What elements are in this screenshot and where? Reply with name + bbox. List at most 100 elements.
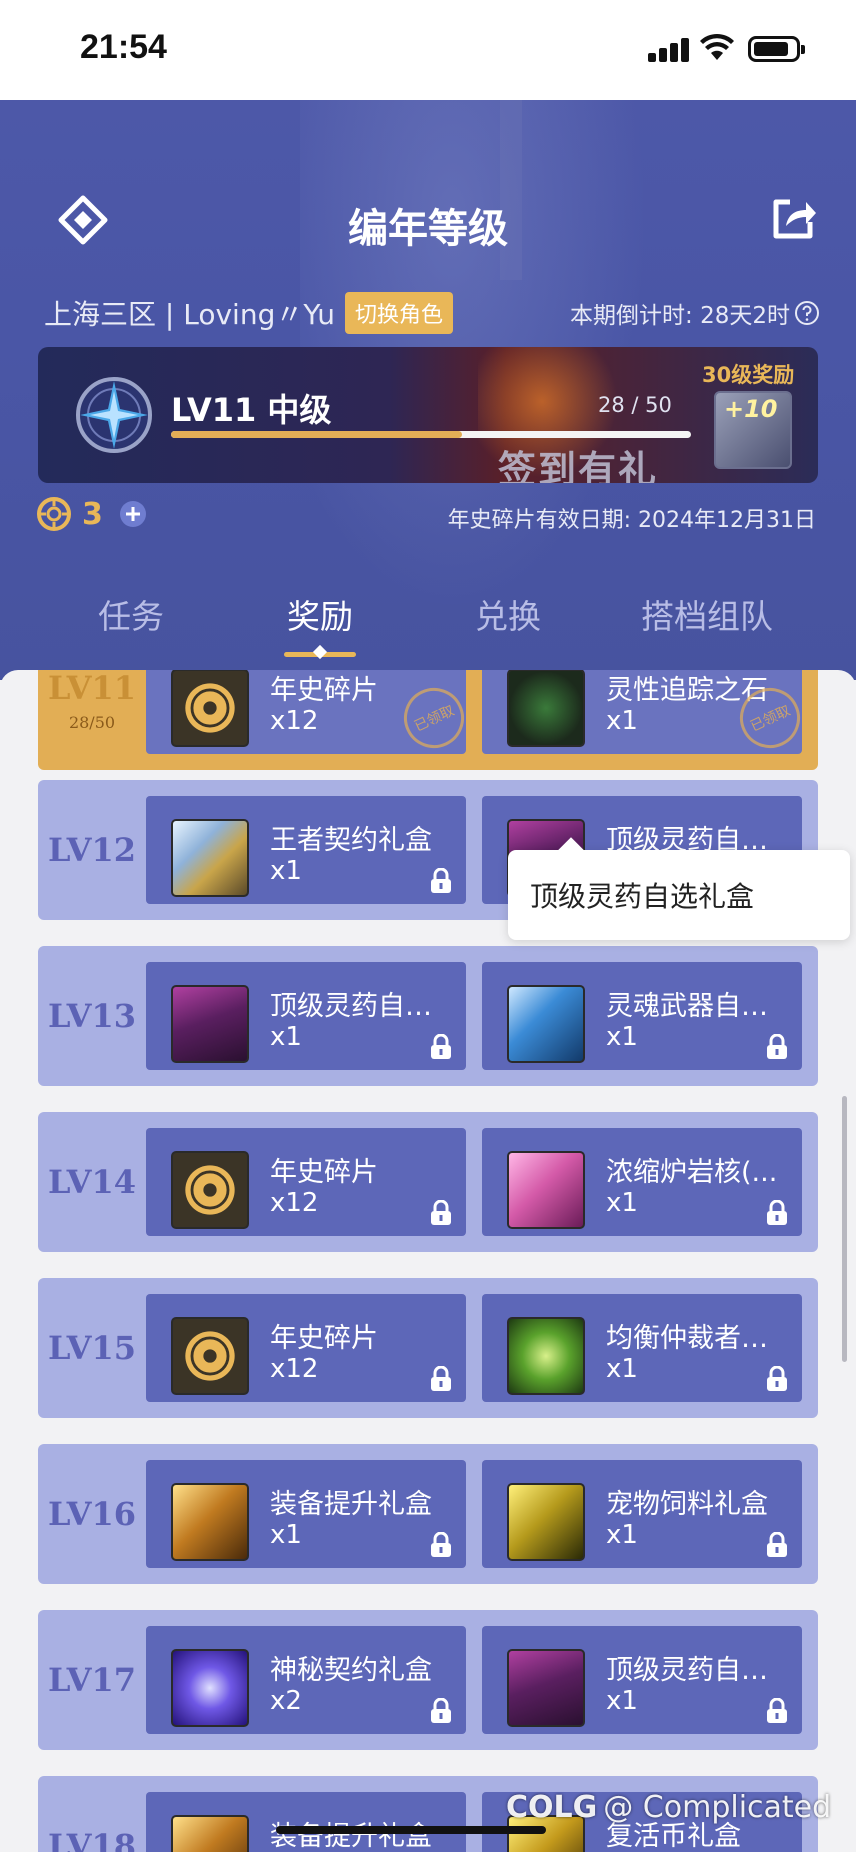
lock-icon: [767, 1532, 787, 1557]
shard-item-icon: [171, 670, 249, 747]
shard-expiry: 年史碎片有效日期: 2024年12月31日: [447, 508, 816, 533]
progress-bar: [171, 431, 691, 438]
watermark-brand: COLG: [506, 1790, 598, 1825]
lock-icon: [767, 1698, 787, 1723]
item-qty: x1: [270, 1520, 302, 1550]
row-level: LV14: [47, 1163, 137, 1201]
lock-icon: [431, 1366, 451, 1391]
reward-item[interactable]: 浓缩炉岩核(... x1: [482, 1128, 802, 1236]
share-icon[interactable]: [768, 192, 820, 244]
row-level: LV13: [47, 997, 137, 1035]
progress-text: 28 / 50: [598, 393, 672, 417]
shard-count: 3: [82, 496, 103, 532]
reward-item[interactable]: 王者契约礼盒 x1: [146, 796, 466, 904]
switch-role-button[interactable]: 切换角色: [344, 292, 453, 334]
arbiter-item-icon: [507, 1317, 585, 1395]
reward-item[interactable]: 灵魂武器自选礼盒 x1: [482, 962, 802, 1070]
tab-bar: 任务 奖励 兑换 搭档组队: [0, 590, 856, 650]
equipment-box-item-icon: [171, 1483, 249, 1561]
item-qty: x1: [606, 1686, 638, 1716]
reward-row-lv16: LV16 装备提升礼盒 x1 宠物饲料礼盒 x1: [38, 1444, 818, 1584]
shard-balance: 3: [36, 496, 147, 532]
tab-exchange[interactable]: 兑换: [475, 590, 541, 638]
item-qty: x1: [606, 1022, 638, 1052]
reward-item[interactable]: 装备提升礼盒 x1: [146, 1460, 466, 1568]
reward-item[interactable]: 顶级灵药自选礼盒 x1: [482, 1626, 802, 1734]
tab-partner-team[interactable]: 搭档组队: [641, 590, 773, 638]
status-bar: 21:54: [0, 0, 856, 100]
lock-icon: [431, 1200, 451, 1225]
help-icon[interactable]: [794, 300, 820, 326]
item-name: 神秘契约礼盒: [270, 1655, 432, 1686]
mystic-contract-item-icon: [171, 1649, 249, 1727]
row-level-text: LV11: [47, 670, 137, 707]
reward-row-lv14: LV14 年史碎片 x12 浓缩炉岩核(... x1: [38, 1112, 818, 1252]
compass-icon: [76, 377, 152, 453]
row-level: LV15: [47, 1329, 137, 1367]
reward-item[interactable]: 神秘契约礼盒 x2: [146, 1626, 466, 1734]
scrollbar[interactable]: [842, 1096, 847, 1362]
reward-item[interactable]: 均衡仲裁者礼盒 x1: [482, 1294, 802, 1402]
lock-icon: [431, 1034, 451, 1059]
row-level: LV18: [47, 1827, 137, 1852]
item-name: 灵魂武器自选礼盒: [606, 991, 794, 1022]
reward-item[interactable]: 年史碎片 x12 已领取: [146, 670, 474, 758]
contract-item-icon: [171, 819, 249, 897]
item-name: 顶级灵药自选礼盒: [270, 991, 458, 1022]
lock-icon: [431, 1532, 451, 1557]
item-qty: x1: [606, 1354, 638, 1384]
level-card: LV11 中级 28 / 50 签到有礼 30级奖励 +10: [38, 347, 818, 483]
row-level: LV16: [47, 1495, 137, 1533]
elixir-item-icon: [507, 1649, 585, 1727]
role-name: 上海三区 | Loving〃Yu: [44, 298, 335, 331]
reward-item[interactable]: 宠物饲料礼盒 x1: [482, 1460, 802, 1568]
reward-list: LV11 28/50 年史碎片 x12 已领取 灵性追踪之石 x1 已领取 LV…: [0, 670, 856, 1852]
shard-item-icon: [171, 1151, 249, 1229]
reward-item[interactable]: 灵性追踪之石 x1 已领取: [482, 670, 810, 758]
item-qty: x12: [270, 706, 319, 736]
reward-item[interactable]: 年史碎片 x12: [146, 1294, 466, 1402]
lock-icon: [767, 1034, 787, 1059]
item-qty: x12: [270, 1188, 319, 1218]
reward-item[interactable]: 顶级灵药自选礼盒 x1: [146, 962, 466, 1070]
countdown-text: 本期倒计时: 28天2时: [570, 303, 790, 329]
reward30-badge: +10: [724, 395, 778, 423]
reward-row-lv11: LV11 28/50 年史碎片 x12 已领取 灵性追踪之石 x1 已领取: [38, 670, 818, 770]
reward-row-lv17: LV17 神秘契约礼盒 x2 顶级灵药自选礼盒 x1: [38, 1610, 818, 1750]
page-title: 编年等级: [348, 206, 508, 252]
row-level: LV11 28/50: [38, 670, 146, 770]
lock-icon: [767, 1200, 787, 1225]
item-name: 宠物饲料礼盒: [606, 1489, 768, 1520]
item-name: 年史碎片: [270, 1323, 378, 1354]
elixir-item-icon: [171, 985, 249, 1063]
stone-item-icon: [507, 670, 585, 747]
lock-icon: [431, 868, 451, 893]
header: 编年等级 上海三区 | Loving〃Yu 切换角色 本期倒计时: 28天2时 …: [0, 100, 856, 680]
level-text: LV11 中级: [171, 391, 332, 429]
shard-item-icon: [171, 1317, 249, 1395]
item-qty: x1: [606, 1520, 638, 1550]
reward-item[interactable]: 年史碎片 x12: [146, 1128, 466, 1236]
wifi-icon: [700, 33, 734, 60]
lock-icon: [431, 1698, 451, 1723]
pet-food-item-icon: [507, 1483, 585, 1561]
tab-rewards[interactable]: 奖励: [287, 590, 353, 638]
progress-fill: [171, 431, 463, 438]
shard-icon: [37, 497, 71, 531]
row-level: LV17: [47, 1661, 137, 1699]
countdown: 本期倒计时: 28天2时: [570, 296, 820, 330]
item-qty: x1: [606, 706, 638, 736]
banner-text: 签到有礼: [498, 448, 659, 483]
item-name: 浓缩炉岩核(...: [606, 1157, 778, 1188]
tab-tasks[interactable]: 任务: [98, 590, 164, 638]
reward-item[interactable]: 装备提升礼盒 x1: [146, 1792, 466, 1852]
reward30-label: 30级奖励: [702, 363, 795, 387]
furnace-core-item-icon: [507, 1151, 585, 1229]
reward30-item-icon[interactable]: +10: [714, 391, 792, 469]
status-time: 21:54: [80, 28, 167, 66]
row-progress: 28/50: [68, 712, 116, 732]
item-name: 王者契约礼盒: [270, 825, 432, 856]
soul-weapon-item-icon: [507, 985, 585, 1063]
item-qty: x1: [606, 1188, 638, 1218]
add-shards-icon[interactable]: [119, 500, 147, 528]
